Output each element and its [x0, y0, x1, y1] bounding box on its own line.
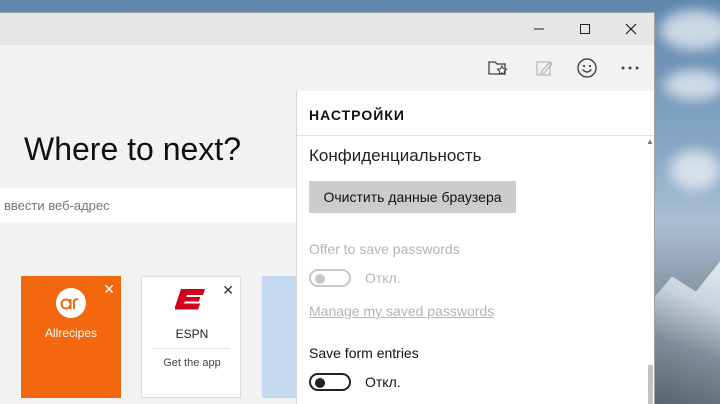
scrollbar-thumb[interactable] [648, 365, 653, 404]
tile-label: Allrecipes [44, 326, 98, 340]
close-icon [625, 23, 637, 35]
manage-passwords-link[interactable]: Manage my saved passwords [309, 303, 494, 319]
page-headline: Where to next? [24, 131, 241, 167]
close-button[interactable] [608, 13, 654, 45]
tile-partial[interactable] [262, 276, 302, 398]
tile-espn[interactable]: ✕ ESPN Get the app [141, 276, 241, 398]
title-bar [0, 13, 654, 45]
browser-toolbar [0, 45, 654, 91]
minimize-button[interactable] [516, 13, 562, 45]
more-button[interactable] [615, 53, 645, 83]
feedback-smiley-icon [577, 58, 597, 78]
save-form-entries-label: Save form entries [309, 345, 419, 361]
espn-logo-icon [174, 287, 207, 320]
offer-passwords-label: Offer to save passwords [309, 241, 460, 257]
more-icon [621, 66, 639, 70]
settings-scrollbar[interactable]: ▲ [646, 135, 654, 404]
settings-title: НАСТРОЙКИ [309, 107, 405, 123]
minimize-icon [534, 28, 544, 30]
tile-label: ESPN [175, 327, 209, 341]
tile-divider [152, 348, 230, 349]
tile-allrecipes[interactable]: ✕ Allrecipes [21, 276, 121, 398]
maximize-icon [580, 24, 590, 34]
web-note-icon [536, 61, 553, 76]
privacy-section-heading: Конфиденциальность [309, 146, 482, 165]
close-tile-icon[interactable]: ✕ [103, 282, 115, 296]
allrecipes-logo-icon [56, 288, 86, 318]
favorites-button[interactable] [483, 53, 513, 83]
close-tile-icon[interactable]: ✕ [222, 283, 234, 297]
offer-passwords-state: Откл. [365, 270, 401, 286]
clear-browsing-data-button[interactable]: Очистить данные браузера [309, 181, 516, 213]
maximize-button[interactable] [562, 13, 608, 45]
address-input[interactable] [0, 188, 294, 222]
get-app-label[interactable]: Get the app [142, 357, 242, 369]
divider [297, 135, 654, 136]
save-form-entries-toggle[interactable] [309, 373, 351, 391]
feedback-button[interactable] [572, 53, 602, 83]
offer-passwords-toggle[interactable] [309, 269, 351, 287]
save-form-entries-state: Откл. [365, 374, 401, 390]
scroll-up-icon[interactable]: ▲ [646, 137, 654, 146]
favorites-reading-list-icon [488, 61, 508, 76]
settings-pane: НАСТРОЙКИ Конфиденциальность Очистить да… [297, 91, 654, 404]
web-note-button[interactable] [529, 53, 559, 83]
address-box[interactable] [0, 188, 300, 222]
